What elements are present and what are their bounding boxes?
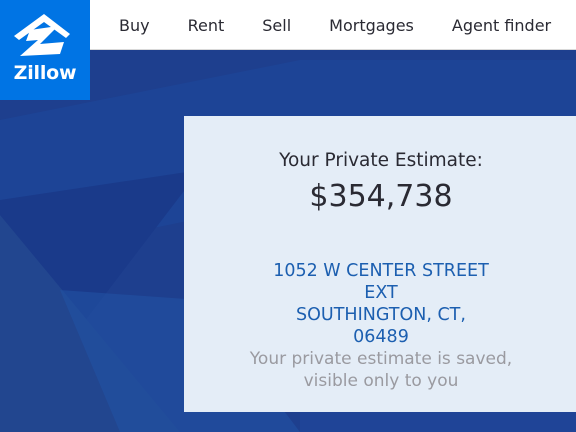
logo-wordmark: Zillow [13, 62, 77, 84]
property-address[interactable]: 1052 W CENTER STREET EXT SOUTHINGTON, CT… [256, 260, 506, 348]
nav-rent[interactable]: Rent [188, 16, 225, 35]
address-line: EXT [364, 283, 398, 303]
estimate-card: Your Private Estimate: $354,738 1052 W C… [184, 116, 576, 412]
saved-note-line: Your private estimate is saved, [249, 349, 513, 369]
nav-sell[interactable]: Sell [262, 16, 291, 35]
page: Buy Rent Sell Mortgages Agent finder H Z… [0, 0, 576, 432]
address-line: 1052 W CENTER STREET [273, 261, 489, 281]
address-line: 06489 [353, 327, 409, 347]
estimate-value: $354,738 [309, 179, 453, 214]
nav-mortgages[interactable]: Mortgages [329, 16, 414, 35]
nav-buy[interactable]: Buy [119, 16, 150, 35]
address-line: SOUTHINGTON, CT, [296, 305, 466, 325]
saved-note-line: visible only to you [303, 371, 459, 391]
zillow-logo[interactable]: Zillow [0, 0, 90, 100]
saved-note: Your private estimate is saved, visible … [231, 348, 531, 392]
zillow-house-icon [14, 14, 70, 56]
nav-agent-finder[interactable]: Agent finder [452, 16, 551, 35]
main-nav: Buy Rent Sell Mortgages Agent finder H [90, 0, 576, 50]
estimate-label: Your Private Estimate: [279, 150, 483, 171]
